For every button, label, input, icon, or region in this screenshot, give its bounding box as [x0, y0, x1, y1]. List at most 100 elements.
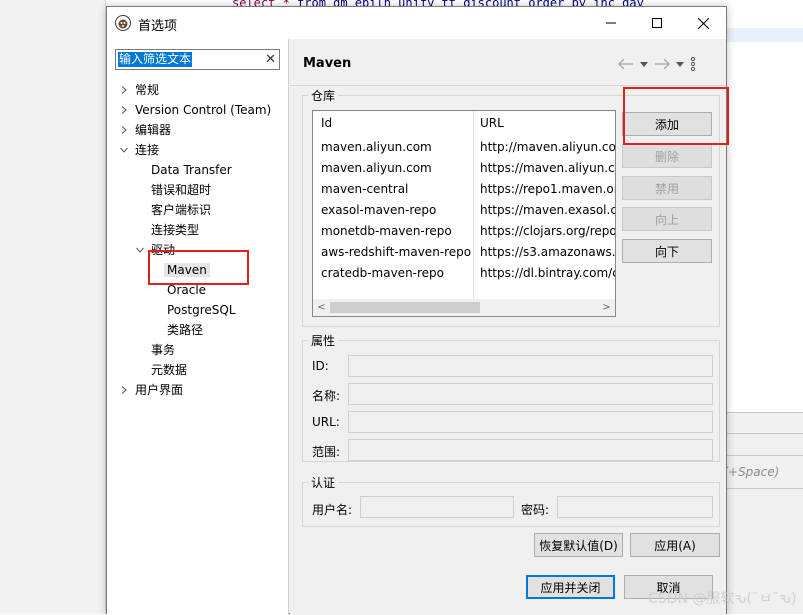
properties-group-label: 属性: [308, 334, 339, 348]
table-row-url[interactable]: https://maven.exasol.com: [480, 203, 615, 217]
password-label: 密码:: [521, 503, 550, 517]
clear-filter-icon[interactable]: ✕: [265, 51, 276, 68]
tree-item-label: 编辑器: [135, 123, 172, 137]
username-label: 用户名:: [312, 503, 353, 517]
background-divider: [727, 433, 803, 434]
table-row-url[interactable]: http://maven.aliyun.com: [480, 140, 615, 154]
username-field[interactable]: [360, 496, 514, 518]
tree-item-metadata[interactable]: 元数据: [151, 360, 187, 380]
page-title: Maven: [303, 56, 352, 71]
table-row-id[interactable]: aws-redshift-maven-repo: [321, 245, 471, 259]
table-row-id[interactable]: exasol-maven-repo: [321, 203, 436, 217]
chevron-right-icon[interactable]: [119, 100, 129, 120]
preferences-tree-pane: 输入筛选文本 ✕ 常规 Version Control (Team) 编辑器 连…: [107, 39, 289, 615]
back-arrow-icon[interactable]: [618, 58, 634, 70]
more-options-icon[interactable]: [690, 56, 696, 72]
apply-and-close-button[interactable]: 应用并关闭: [526, 575, 615, 599]
column-header-url[interactable]: URL: [480, 116, 504, 130]
table-row-url[interactable]: https://dl.bintray.com/c: [480, 266, 615, 280]
table-row-id[interactable]: cratedb-maven-repo: [321, 266, 444, 280]
tree-item-errors-timeouts[interactable]: 错误和超时: [151, 180, 211, 200]
table-row-url[interactable]: https://clojars.org/repo: [480, 224, 615, 238]
highlight-box-add: [623, 87, 729, 145]
tree-item-label: 用户界面: [135, 383, 184, 397]
maximize-icon: [652, 18, 662, 28]
background-divider: [727, 455, 803, 456]
filter-input[interactable]: 输入筛选文本 ✕: [115, 49, 280, 70]
close-icon: [697, 17, 709, 29]
tree-item-label: Data Transfer: [151, 163, 232, 177]
dialog-title: 首选项: [138, 19, 178, 34]
tree-item-classpath[interactable]: 类路径: [167, 320, 203, 340]
disable-button[interactable]: 禁用: [622, 176, 712, 200]
chevron-right-icon[interactable]: [119, 380, 129, 400]
url-field[interactable]: [348, 411, 713, 433]
filter-input-text[interactable]: 输入筛选文本: [118, 52, 193, 67]
restore-defaults-button[interactable]: 恢复默认值(D): [534, 533, 623, 557]
forward-arrow-icon[interactable]: [654, 58, 670, 70]
apply-button[interactable]: 应用(A): [630, 533, 720, 557]
background-highlight-line: [727, 28, 803, 42]
table-row-url[interactable]: https://maven.aliyun.com: [480, 161, 615, 175]
tree-item-postgresql[interactable]: PostgreSQL: [167, 300, 236, 320]
tree-item-label: Version Control (Team): [135, 103, 272, 117]
page-navigation: [618, 55, 696, 73]
chevron-right-icon[interactable]: [119, 80, 129, 100]
move-up-button[interactable]: 向上: [622, 207, 712, 231]
table-row-url[interactable]: https://s3.amazonaws.com: [480, 245, 615, 259]
tree-item-label: 类路径: [167, 323, 204, 337]
tree-item-label: 错误和超时: [151, 183, 212, 197]
header-separator: [290, 85, 726, 86]
scope-field[interactable]: [348, 439, 713, 461]
tree-item-label: 事务: [151, 343, 176, 357]
back-dropdown-icon[interactable]: [640, 61, 648, 67]
tree-item-label: 连接: [135, 143, 160, 157]
watermark: CSDN @服软ԅ(¯ㅂ¯ԅ): [648, 591, 797, 607]
column-separator: [473, 111, 474, 299]
minimize-button[interactable]: [588, 7, 634, 39]
url-label: URL:: [312, 415, 340, 429]
title-bar[interactable]: 首选项: [107, 7, 726, 39]
delete-button[interactable]: 删除: [622, 144, 712, 168]
tree-item-label: 元数据: [151, 363, 188, 377]
password-field[interactable]: [557, 496, 713, 518]
table-row-id[interactable]: maven.aliyun.com: [321, 140, 432, 154]
tree-item-connection-types[interactable]: 连接类型: [151, 220, 199, 240]
table-row-url[interactable]: https://repo1.maven.org: [480, 182, 615, 196]
scrollbar-thumb[interactable]: [330, 302, 480, 313]
content-assist-hint: -(+Space): [719, 465, 780, 479]
tree-item-label: PostgreSQL: [167, 303, 236, 317]
scroll-right-icon[interactable]: >: [598, 299, 615, 316]
tree-item-label: 常规: [135, 83, 160, 97]
tree-item-data-transfer[interactable]: Data Transfer: [151, 160, 232, 180]
horizontal-scrollbar[interactable]: < >: [313, 299, 615, 316]
id-field[interactable]: [348, 355, 713, 377]
scroll-left-icon[interactable]: <: [313, 299, 330, 316]
preferences-dialog: 首选项 输入筛选文本 ✕ 常规 Version Control (Team) 编…: [106, 6, 729, 615]
close-button[interactable]: [680, 7, 726, 39]
minimize-icon: [606, 22, 616, 24]
name-field[interactable]: [348, 383, 713, 405]
name-label: 名称:: [312, 389, 341, 403]
repositories-group-label: 仓库: [308, 89, 339, 103]
table-row-id[interactable]: maven-central: [321, 182, 408, 196]
table-row-id[interactable]: monetdb-maven-repo: [321, 224, 452, 238]
preference-page: Maven 仓库 Id URL maven.aliyun.com http://…: [290, 39, 729, 615]
dbeaver-app-icon: [115, 15, 131, 31]
column-header-id[interactable]: Id: [321, 116, 332, 130]
maximize-button[interactable]: [634, 7, 680, 39]
forward-dropdown-icon[interactable]: [676, 61, 684, 67]
chevron-down-icon[interactable]: [119, 140, 129, 160]
repositories-table[interactable]: Id URL maven.aliyun.com http://maven.ali…: [312, 110, 616, 317]
background-bottom-panel: [727, 412, 803, 614]
table-row-id[interactable]: maven.aliyun.com: [321, 161, 432, 175]
id-label: ID:: [312, 359, 329, 373]
authentication-group-label: 认证: [308, 476, 339, 490]
move-down-button[interactable]: 向下: [622, 239, 712, 263]
tree-item-label: Oracle: [167, 283, 207, 297]
chevron-down-icon[interactable]: [135, 240, 145, 260]
tree-item-client-id[interactable]: 客户端标识: [151, 200, 211, 220]
chevron-right-icon[interactable]: [119, 120, 129, 140]
tree-item-transactions[interactable]: 事务: [151, 340, 175, 360]
background-divider: [727, 488, 803, 489]
